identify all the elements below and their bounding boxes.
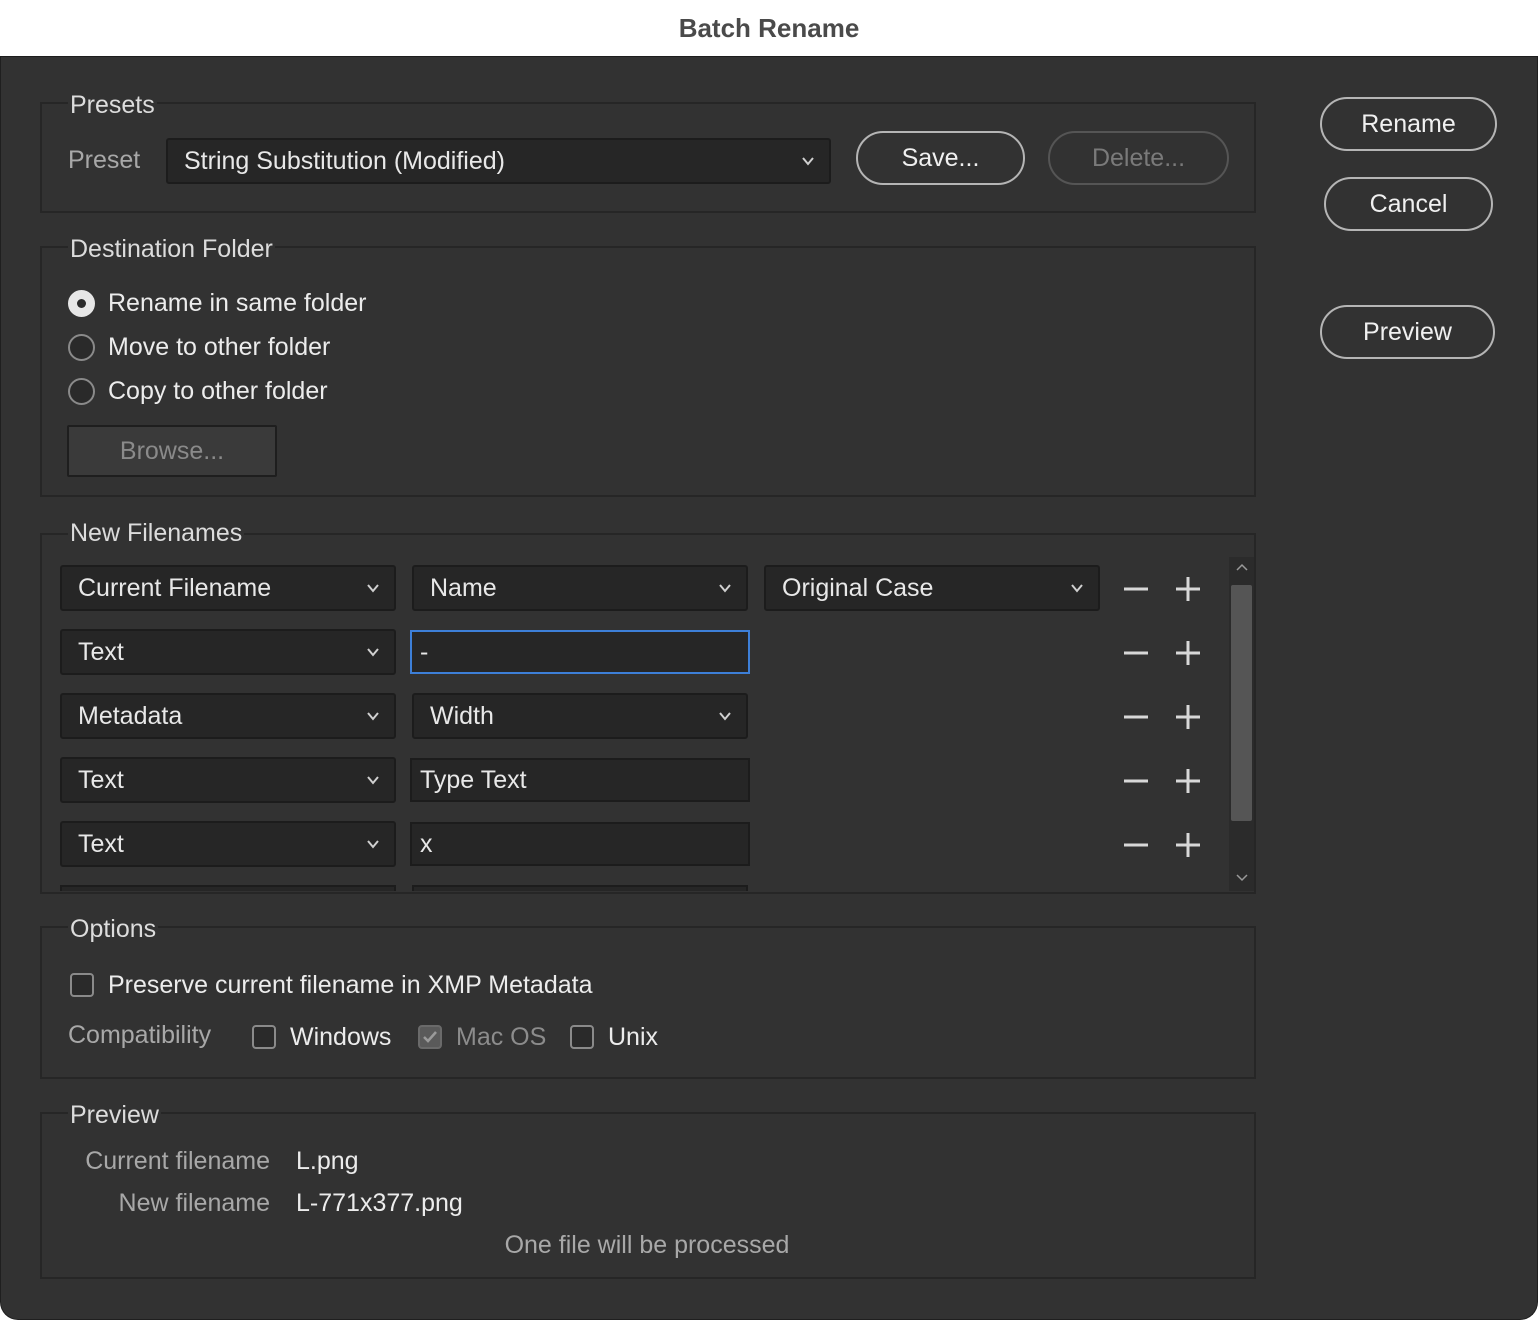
row1-case-value: Original Case <box>782 573 934 602</box>
checkmark-icon <box>423 1031 437 1043</box>
radio-copy-other-folder[interactable]: Copy to other folder <box>68 377 328 406</box>
minus-icon[interactable] <box>1122 767 1150 795</box>
unix-label: Unix <box>608 1023 659 1051</box>
current-filename-value: L.png <box>296 1147 359 1175</box>
preview-group-label: Preview <box>68 1101 161 1130</box>
chevron-down-icon <box>719 712 731 721</box>
row6-field-partial[interactable] <box>412 885 748 891</box>
row3-field-value: Width <box>430 701 494 730</box>
unix-checkbox[interactable] <box>570 1025 594 1049</box>
preset-select[interactable]: String Substitution (Modified) <box>166 138 831 184</box>
row3-type-value: Metadata <box>78 701 183 730</box>
cancel-button[interactable]: Cancel <box>1324 177 1493 231</box>
save-preset-button[interactable]: Save... <box>856 131 1025 185</box>
radio-label: Rename in same folder <box>108 289 367 317</box>
minus-icon[interactable] <box>1122 831 1150 859</box>
row5-type-select[interactable]: Text <box>60 821 396 867</box>
window-title: Batch Rename <box>678 12 860 43</box>
preserve-filename-label: Preserve current filename in XMP Metadat… <box>108 971 593 999</box>
radio-label: Move to other folder <box>108 333 331 361</box>
radio-icon[interactable] <box>68 334 95 361</box>
radio-move-other-folder[interactable]: Move to other folder <box>68 333 330 362</box>
row1-type-value: Current Filename <box>78 573 272 602</box>
row2-type-value: Text <box>78 637 124 666</box>
plus-icon[interactable] <box>1174 639 1202 667</box>
new-filenames-group-label: New Filenames <box>68 519 245 548</box>
row4-type-select[interactable]: Text <box>60 757 396 803</box>
plus-icon[interactable] <box>1174 703 1202 731</box>
minus-icon[interactable] <box>1122 703 1150 731</box>
delete-preset-button[interactable]: Delete... <box>1048 131 1229 185</box>
current-filename-label: Current filename <box>85 1147 270 1175</box>
plus-icon[interactable] <box>1174 767 1202 795</box>
row1-case-select[interactable]: Original Case <box>764 565 1100 611</box>
new-filename-value: L-771x377.png <box>296 1189 463 1217</box>
chevron-down-icon <box>367 840 379 849</box>
preset-select-value: String Substitution (Modified) <box>184 146 505 175</box>
row4-text-input[interactable]: Type Text <box>410 758 750 802</box>
scroll-up-arrow-icon[interactable] <box>1234 561 1250 573</box>
options-group-label: Options <box>68 915 159 944</box>
row6-type-select-partial[interactable] <box>60 885 396 891</box>
chevron-down-icon <box>1071 584 1083 593</box>
chevron-down-icon <box>367 584 379 593</box>
preset-label: Preset <box>68 146 141 174</box>
destination-folder-group-label: Destination Folder <box>68 235 275 264</box>
chevron-down-icon <box>719 584 731 593</box>
new-filename-label: New filename <box>118 1189 270 1217</box>
preview-button[interactable]: Preview <box>1320 305 1495 359</box>
radio-selected-icon[interactable] <box>68 290 95 317</box>
scroll-down-arrow-icon[interactable] <box>1234 872 1250 884</box>
row4-type-value: Text <box>78 765 124 794</box>
row1-type-select[interactable]: Current Filename <box>60 565 396 611</box>
presets-group-label: Presets <box>68 91 157 120</box>
compatibility-label: Compatibility <box>68 1021 212 1049</box>
plus-icon[interactable] <box>1174 831 1202 859</box>
row1-field-value: Name <box>430 573 497 602</box>
row2-text-input[interactable]: - <box>410 630 750 674</box>
row3-field-select[interactable]: Width <box>412 693 748 739</box>
chevron-down-icon <box>802 157 814 166</box>
chevron-down-icon <box>367 648 379 657</box>
scrollbar-thumb[interactable] <box>1231 585 1252 821</box>
row5-type-value: Text <box>78 829 124 858</box>
row3-type-select[interactable]: Metadata <box>60 693 396 739</box>
row5-text-input[interactable]: x <box>410 822 750 866</box>
radio-label: Copy to other folder <box>108 377 328 405</box>
radio-icon[interactable] <box>68 378 95 405</box>
chevron-down-icon <box>367 712 379 721</box>
plus-icon[interactable] <box>1174 575 1202 603</box>
chevron-down-icon <box>367 776 379 785</box>
row1-field-select[interactable]: Name <box>412 565 748 611</box>
radio-rename-same-folder[interactable]: Rename in same folder <box>68 289 366 318</box>
macos-checkbox[interactable] <box>418 1025 442 1049</box>
windows-label: Windows <box>290 1023 392 1051</box>
windows-checkbox[interactable] <box>252 1025 276 1049</box>
options-group <box>40 926 1256 1079</box>
browse-button[interactable]: Browse... <box>67 425 277 477</box>
files-processed-summary: One file will be processed <box>504 1231 790 1259</box>
macos-label: Mac OS <box>456 1023 547 1051</box>
preserve-filename-checkbox[interactable] <box>70 973 94 997</box>
row2-type-select[interactable]: Text <box>60 629 396 675</box>
minus-icon[interactable] <box>1122 575 1150 603</box>
title-bar: Batch Rename <box>0 0 1538 57</box>
minus-icon[interactable] <box>1122 639 1150 667</box>
rename-button[interactable]: Rename <box>1320 97 1497 151</box>
